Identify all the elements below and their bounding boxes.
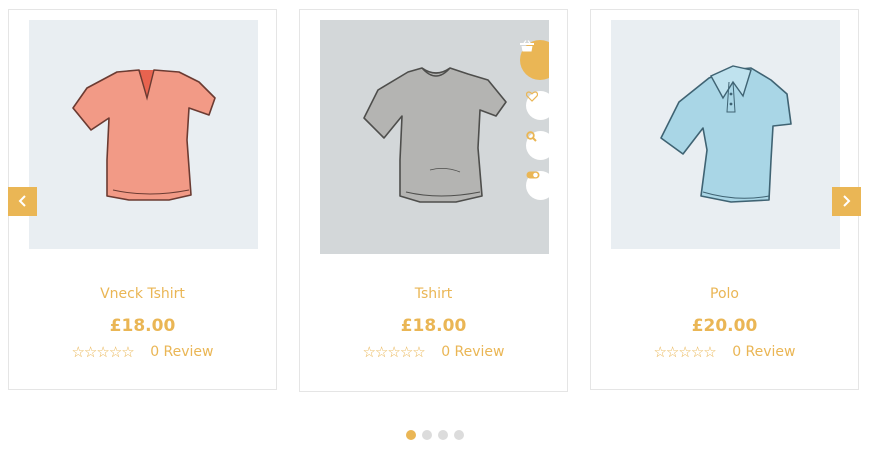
carousel-dot-4[interactable]: [454, 430, 464, 440]
carousel-dot-1[interactable]: [406, 430, 416, 440]
review-count[interactable]: 0 Review: [150, 344, 213, 360]
product-rating: ☆☆☆☆☆ 0 Review: [9, 343, 276, 361]
product-card: Tshirt £18.00 ☆☆☆☆☆ 0 Review: [299, 9, 568, 392]
carousel-dot-3[interactable]: [438, 430, 448, 440]
star-rating-icon: ☆☆☆☆☆: [362, 343, 425, 361]
product-image[interactable]: [29, 20, 258, 249]
product-name[interactable]: Polo: [591, 286, 858, 302]
star-rating-icon: ☆☆☆☆☆: [71, 343, 134, 361]
quick-view-button[interactable]: [526, 131, 549, 160]
review-count[interactable]: 0 Review: [441, 344, 504, 360]
carousel-next-button[interactable]: [832, 187, 861, 216]
product-rating: ☆☆☆☆☆ 0 Review: [300, 343, 567, 361]
product-price: £20.00: [691, 316, 758, 336]
product-name[interactable]: Vneck Tshirt: [9, 286, 276, 302]
compare-button[interactable]: [526, 171, 549, 200]
add-to-wishlist-button[interactable]: [526, 91, 549, 120]
vneck-tshirt-image: [72, 69, 216, 201]
carousel-pagination: [406, 430, 464, 440]
carousel-dot-2[interactable]: [422, 430, 432, 440]
product-rating: ☆☆☆☆☆ 0 Review: [591, 343, 858, 361]
product-image[interactable]: [320, 20, 549, 254]
tshirt-image: [363, 67, 507, 203]
product-image[interactable]: [611, 20, 840, 249]
polo-shirt-image: [660, 65, 792, 203]
carousel-prev-button[interactable]: [8, 187, 37, 216]
chevron-left-icon: [18, 192, 27, 211]
review-count[interactable]: 0 Review: [732, 344, 795, 360]
product-price: £18.00: [109, 316, 176, 336]
product-price: £18.00: [400, 316, 467, 336]
product-card: Polo £20.00 ☆☆☆☆☆ 0 Review: [590, 9, 859, 390]
star-rating-icon: ☆☆☆☆☆: [653, 343, 716, 361]
product-card: Vneck Tshirt £18.00 ☆☆☆☆☆ 0 Review: [8, 9, 277, 390]
chevron-right-icon: [842, 192, 851, 211]
product-carousel: Vneck Tshirt £18.00 ☆☆☆☆☆ 0 Review Tshir…: [0, 0, 869, 460]
product-name[interactable]: Tshirt: [300, 286, 567, 302]
